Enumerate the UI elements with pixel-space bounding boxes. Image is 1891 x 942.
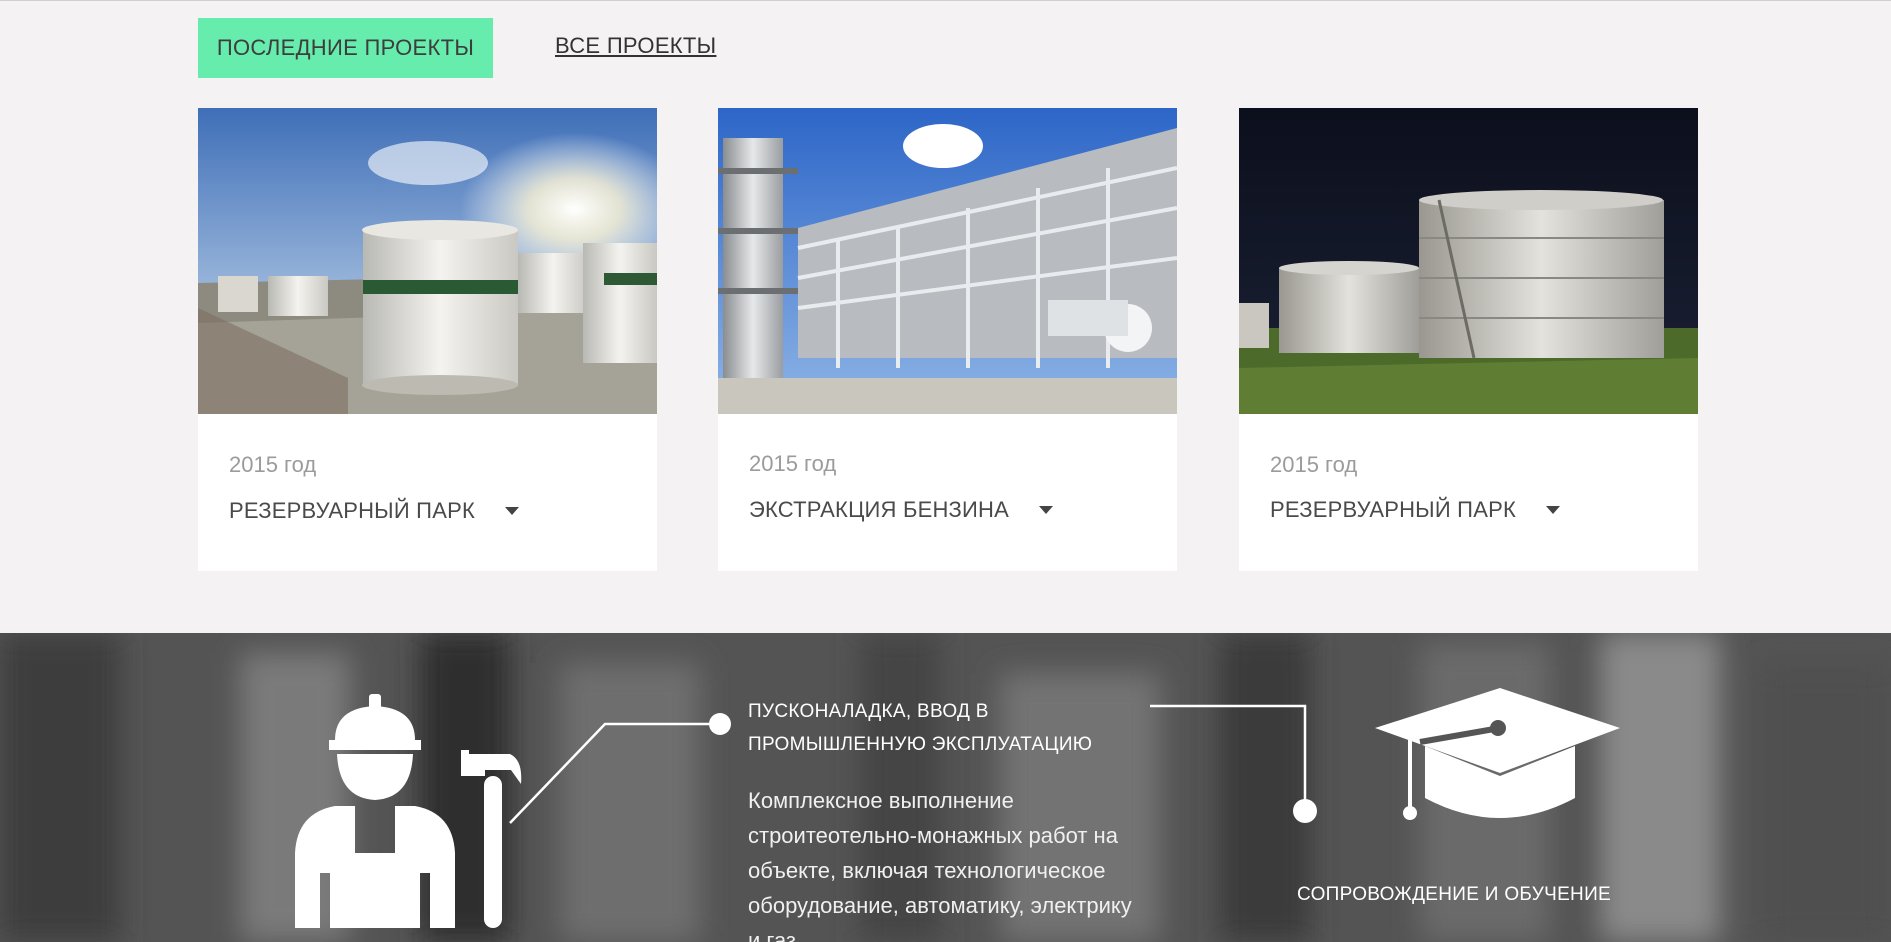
description-line: оборудование, автоматику, электрику	[748, 893, 1132, 918]
top-divider	[0, 0, 1891, 1]
commissioning-description: Комплексное выполнение строитеотельно-мо…	[748, 783, 1168, 942]
training-title: СОПРОВОЖДЕНИЕ И ОБУЧЕНИЕ	[1297, 884, 1611, 905]
project-title-label: ЭКСТРАКЦИЯ БЕНЗИНА	[749, 497, 1010, 522]
tab-latest-projects[interactable]: ПОСЛЕДНИЕ ПРОЕКТЫ	[198, 18, 493, 78]
caret-down-icon[interactable]	[504, 507, 519, 515]
commissioning-title: ПУСКОНАЛАДКА, ВВОД В ПРОМЫШЛЕННУЮ ЭКСПЛУ…	[748, 695, 1148, 761]
project-title[interactable]: РЕЗЕРВУАРНЫЙ ПАРК	[229, 498, 519, 524]
project-title[interactable]: РЕЗЕРВУАРНЫЙ ПАРК	[1270, 497, 1560, 523]
project-title-label: РЕЗЕРВУАРНЫЙ ПАРК	[1270, 497, 1516, 522]
project-card[interactable]: 2015 год ЭКСТРАКЦИЯ БЕНЗИНА	[718, 108, 1177, 571]
project-title[interactable]: ЭКСТРАКЦИЯ БЕНЗИНА	[749, 497, 1054, 523]
project-year: 2015 год	[229, 452, 317, 477]
caret-down-icon[interactable]	[1545, 506, 1560, 514]
project-card[interactable]: 2015 год РЕЗЕРВУАРНЫЙ ПАРК	[1239, 108, 1698, 571]
description-line: объекте, включая технологическое	[748, 858, 1106, 883]
commissioning-title-line: ПУСКОНАЛАДКА, ВВОД В	[748, 701, 989, 722]
commissioning-title-line: ПРОМЫШЛЕННУЮ ЭКСПЛУАТАЦИЮ	[748, 734, 1093, 755]
project-title-label: РЕЗЕРВУАРНЫЙ ПАРК	[229, 498, 475, 523]
project-year: 2015 год	[749, 451, 837, 476]
services-section: ПУСКОНАЛАДКА, ВВОД В ПРОМЫШЛЕННУЮ ЭКСПЛУ…	[0, 633, 1891, 942]
tab-all-projects[interactable]: ВСЕ ПРОЕКТЫ	[555, 33, 716, 59]
project-year: 2015 год	[1270, 452, 1358, 477]
description-line: строитеотельно-монажных работ на	[748, 823, 1118, 848]
refinery-photo[interactable]	[718, 108, 1177, 414]
project-card[interactable]: 2015 год РЕЗЕРВУАРНЫЙ ПАРК	[198, 108, 657, 571]
night-tank-photo[interactable]	[1239, 108, 1698, 414]
tank-farm-photo[interactable]	[198, 108, 657, 414]
description-line: и газ.	[748, 928, 803, 942]
description-line: Комплексное выполнение	[748, 788, 1014, 813]
caret-down-icon[interactable]	[1039, 506, 1054, 514]
graduation-cap-icon	[1375, 688, 1620, 820]
